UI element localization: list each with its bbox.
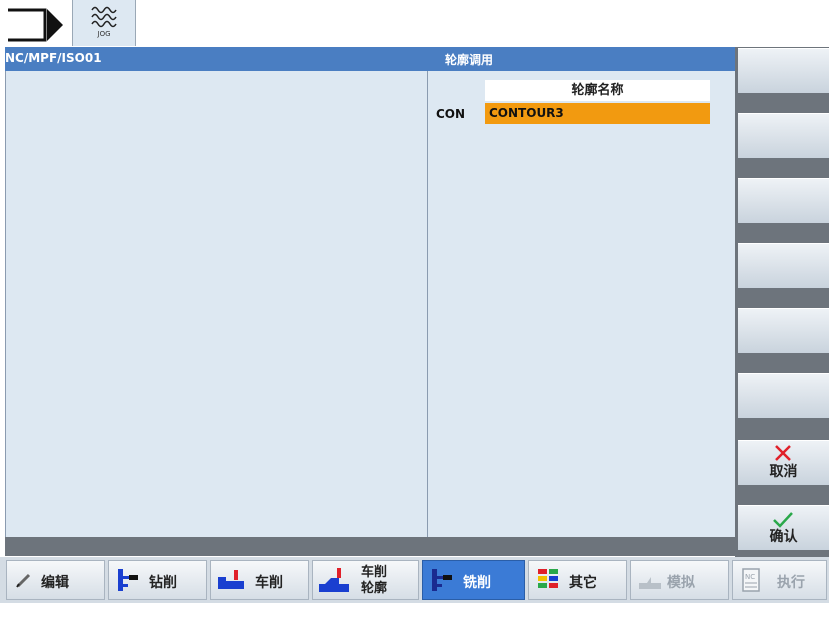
turning-label: 车削: [255, 575, 283, 591]
execute-label: 执行: [777, 575, 805, 591]
panel-divider: [427, 71, 428, 537]
simulation-softkey[interactable]: 模拟: [630, 560, 729, 600]
dialog-title: 轮廓调用: [445, 53, 494, 67]
simulation-label: 模拟: [667, 575, 695, 591]
drilling-softkey[interactable]: 钻削: [108, 560, 207, 600]
turning-contour-label-line1: 车削: [361, 565, 388, 580]
message-line: [5, 537, 735, 556]
jog-label: JOG: [97, 30, 111, 38]
drilling-label: 钻削: [149, 575, 177, 591]
vertical-softkey-3[interactable]: [738, 178, 829, 223]
milling-softkey[interactable]: 铣削: [422, 560, 525, 600]
title-bar: [5, 47, 735, 71]
confirm-button[interactable]: 确认: [738, 505, 829, 550]
other-tiles-icon: [538, 569, 558, 588]
vertical-softkey-6[interactable]: [738, 373, 829, 418]
turning-softkey[interactable]: 车削: [210, 560, 309, 600]
drilling-icon: [118, 569, 138, 591]
vertical-softkey-1[interactable]: [738, 48, 829, 93]
milling-icon: [432, 569, 452, 591]
vertical-softkey-4[interactable]: [738, 243, 829, 288]
vertical-softkey-5[interactable]: [738, 308, 829, 353]
contour-name-field[interactable]: CONTOUR3: [485, 103, 710, 124]
simulation-icon: [639, 577, 661, 589]
cancel-x-icon: [775, 445, 791, 461]
edit-label: 编辑: [41, 575, 69, 591]
turning-contour-label-line2: 轮廓: [361, 581, 388, 596]
pencil-icon: [16, 573, 31, 588]
svg-text:NC: NC: [745, 573, 755, 581]
program-mode-indicator: [5, 4, 69, 44]
other-softkey[interactable]: 其它: [528, 560, 627, 600]
cancel-button[interactable]: 取消: [738, 440, 829, 485]
jog-mode-indicator: JOG: [72, 0, 136, 46]
turning-contour-softkey[interactable]: 车削 轮廓: [312, 560, 419, 600]
jog-wave-icon: [91, 6, 117, 28]
program-arrow-icon: [8, 8, 63, 42]
program-path: NC/MPF/ISO01: [5, 51, 102, 65]
turning-contour-icon: [319, 568, 349, 592]
contour-name-header: 轮廓名称: [485, 80, 710, 101]
execute-softkey[interactable]: NC 执行: [732, 560, 827, 600]
turning-icon: [218, 570, 244, 589]
other-label: 其它: [569, 575, 597, 591]
vertical-softkey-2[interactable]: [738, 113, 829, 158]
con-label: CON: [436, 107, 466, 121]
milling-label: 铣削: [463, 575, 491, 591]
nc-execute-icon: NC: [742, 568, 760, 592]
cancel-label: 取消: [769, 464, 798, 480]
edit-softkey[interactable]: 编辑: [6, 560, 105, 600]
confirm-label: 确认: [769, 529, 798, 545]
